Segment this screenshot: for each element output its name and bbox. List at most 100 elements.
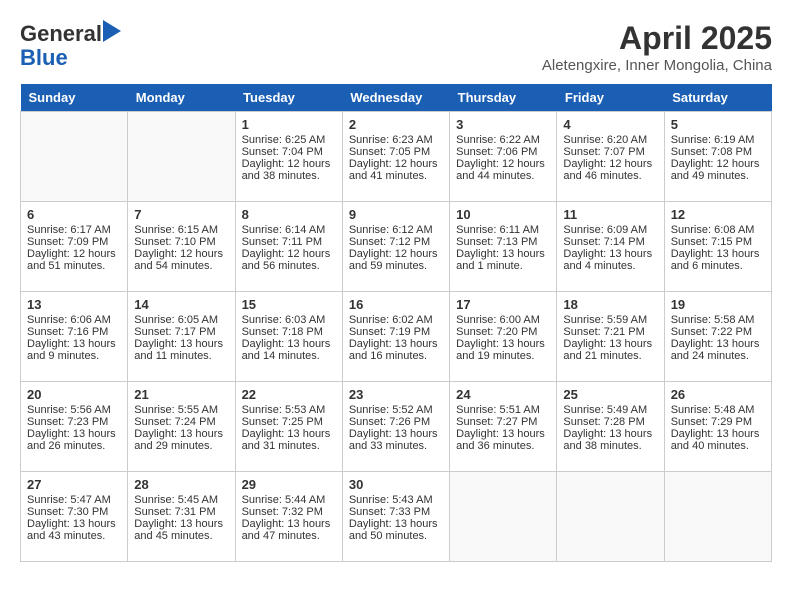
day-number: 19 [671, 297, 765, 312]
calendar-cell [557, 472, 664, 562]
day-info: Sunset: 7:06 PM [456, 146, 550, 158]
calendar-cell: 19Sunrise: 5:58 AMSunset: 7:22 PMDayligh… [664, 292, 771, 382]
day-number: 1 [242, 117, 336, 132]
calendar-cell: 24Sunrise: 5:51 AMSunset: 7:27 PMDayligh… [450, 382, 557, 472]
calendar-cell: 27Sunrise: 5:47 AMSunset: 7:30 PMDayligh… [21, 472, 128, 562]
day-number: 30 [349, 477, 443, 492]
day-info: Daylight: 12 hours [242, 248, 336, 260]
day-number: 27 [27, 477, 121, 492]
day-info: Daylight: 12 hours [134, 248, 228, 260]
day-number: 23 [349, 387, 443, 402]
logo-arrow-icon [103, 20, 121, 47]
day-info: Daylight: 13 hours [134, 518, 228, 530]
calendar-cell: 20Sunrise: 5:56 AMSunset: 7:23 PMDayligh… [21, 382, 128, 472]
day-info: Daylight: 13 hours [563, 248, 657, 260]
calendar-cell: 9Sunrise: 6:12 AMSunset: 7:12 PMDaylight… [342, 202, 449, 292]
calendar-cell: 10Sunrise: 6:11 AMSunset: 7:13 PMDayligh… [450, 202, 557, 292]
day-info: Sunset: 7:07 PM [563, 146, 657, 158]
day-info: Sunset: 7:11 PM [242, 236, 336, 248]
calendar-cell: 26Sunrise: 5:48 AMSunset: 7:29 PMDayligh… [664, 382, 771, 472]
day-info: Sunset: 7:22 PM [671, 326, 765, 338]
day-info: Sunset: 7:08 PM [671, 146, 765, 158]
day-number: 6 [27, 207, 121, 222]
day-info: Sunrise: 5:47 AM [27, 494, 121, 506]
day-info: and 1 minute. [456, 260, 550, 272]
day-info: Sunrise: 5:56 AM [27, 404, 121, 416]
day-info: and 56 minutes. [242, 260, 336, 272]
weekday-header-monday: Monday [128, 84, 235, 112]
day-info: and 40 minutes. [671, 440, 765, 452]
day-info: and 9 minutes. [27, 350, 121, 362]
day-info: Daylight: 13 hours [242, 518, 336, 530]
calendar-cell: 28Sunrise: 5:45 AMSunset: 7:31 PMDayligh… [128, 472, 235, 562]
day-info: and 41 minutes. [349, 170, 443, 182]
day-info: Daylight: 13 hours [456, 338, 550, 350]
day-info: Sunrise: 5:59 AM [563, 314, 657, 326]
day-info: Sunrise: 5:49 AM [563, 404, 657, 416]
day-info: and 26 minutes. [27, 440, 121, 452]
day-info: Daylight: 12 hours [349, 158, 443, 170]
calendar-cell: 5Sunrise: 6:19 AMSunset: 7:08 PMDaylight… [664, 112, 771, 202]
day-info: and 43 minutes. [27, 530, 121, 542]
day-info: and 47 minutes. [242, 530, 336, 542]
calendar-cell [21, 112, 128, 202]
day-number: 4 [563, 117, 657, 132]
logo-general: General [20, 21, 102, 47]
week-row-3: 13Sunrise: 6:06 AMSunset: 7:16 PMDayligh… [21, 292, 772, 382]
day-info: Daylight: 12 hours [349, 248, 443, 260]
calendar-cell: 7Sunrise: 6:15 AMSunset: 7:10 PMDaylight… [128, 202, 235, 292]
day-info: Daylight: 13 hours [242, 428, 336, 440]
day-info: Sunrise: 5:51 AM [456, 404, 550, 416]
day-info: Sunset: 7:14 PM [563, 236, 657, 248]
day-info: and 19 minutes. [456, 350, 550, 362]
day-number: 11 [563, 207, 657, 222]
calendar-cell [664, 472, 771, 562]
month-title: April 2025 [542, 20, 772, 57]
day-info: and 44 minutes. [456, 170, 550, 182]
calendar-cell: 21Sunrise: 5:55 AMSunset: 7:24 PMDayligh… [128, 382, 235, 472]
day-info: Sunrise: 6:00 AM [456, 314, 550, 326]
day-info: Sunrise: 6:15 AM [134, 224, 228, 236]
logo: General Blue [20, 20, 122, 69]
calendar-cell: 6Sunrise: 6:17 AMSunset: 7:09 PMDaylight… [21, 202, 128, 292]
day-number: 18 [563, 297, 657, 312]
day-info: Daylight: 13 hours [27, 518, 121, 530]
weekday-header-sunday: Sunday [21, 84, 128, 112]
day-info: Sunset: 7:04 PM [242, 146, 336, 158]
day-info: Sunset: 7:18 PM [242, 326, 336, 338]
day-number: 2 [349, 117, 443, 132]
day-info: Daylight: 13 hours [349, 428, 443, 440]
day-info: and 38 minutes. [242, 170, 336, 182]
day-info: Sunrise: 6:23 AM [349, 134, 443, 146]
day-info: Sunset: 7:26 PM [349, 416, 443, 428]
calendar-cell: 11 Sunrise: 6:09 AMSunset: 7:14 PMDayligh… [557, 202, 664, 292]
calendar-cell: 8Sunrise: 6:14 AMSunset: 7:11 PMDaylight… [235, 202, 342, 292]
day-info: Sunrise: 6:09 AM [563, 224, 657, 236]
day-info: Sunset: 7:24 PM [134, 416, 228, 428]
day-info: Daylight: 13 hours [349, 338, 443, 350]
calendar-cell: 2Sunrise: 6:23 AMSunset: 7:05 PMDaylight… [342, 112, 449, 202]
day-number: 3 [456, 117, 550, 132]
weekday-header-wednesday: Wednesday [342, 84, 449, 112]
day-info: and 16 minutes. [349, 350, 443, 362]
day-info: Sunset: 7:33 PM [349, 506, 443, 518]
day-info: Sunrise: 6:03 AM [242, 314, 336, 326]
day-number: 10 [456, 207, 550, 222]
weekday-header-thursday: Thursday [450, 84, 557, 112]
day-info: Sunrise: 5:44 AM [242, 494, 336, 506]
calendar-cell: 17Sunrise: 6:00 AMSunset: 7:20 PMDayligh… [450, 292, 557, 382]
day-number: 16 [349, 297, 443, 312]
day-info: Daylight: 12 hours [671, 158, 765, 170]
page-header: General Blue April 2025 Aletengxire, Inn… [20, 20, 772, 74]
calendar-cell [450, 472, 557, 562]
calendar-cell: 3Sunrise: 6:22 AMSunset: 7:06 PMDaylight… [450, 112, 557, 202]
day-info: Sunset: 7:23 PM [27, 416, 121, 428]
day-info: Sunrise: 5:48 AM [671, 404, 765, 416]
day-info: and 24 minutes. [671, 350, 765, 362]
day-info: Daylight: 13 hours [671, 428, 765, 440]
calendar-cell: 22Sunrise: 5:53 AMSunset: 7:25 PMDayligh… [235, 382, 342, 472]
day-info: Sunset: 7:13 PM [456, 236, 550, 248]
day-info: and 50 minutes. [349, 530, 443, 542]
day-info: and 45 minutes. [134, 530, 228, 542]
day-info: and 46 minutes. [563, 170, 657, 182]
